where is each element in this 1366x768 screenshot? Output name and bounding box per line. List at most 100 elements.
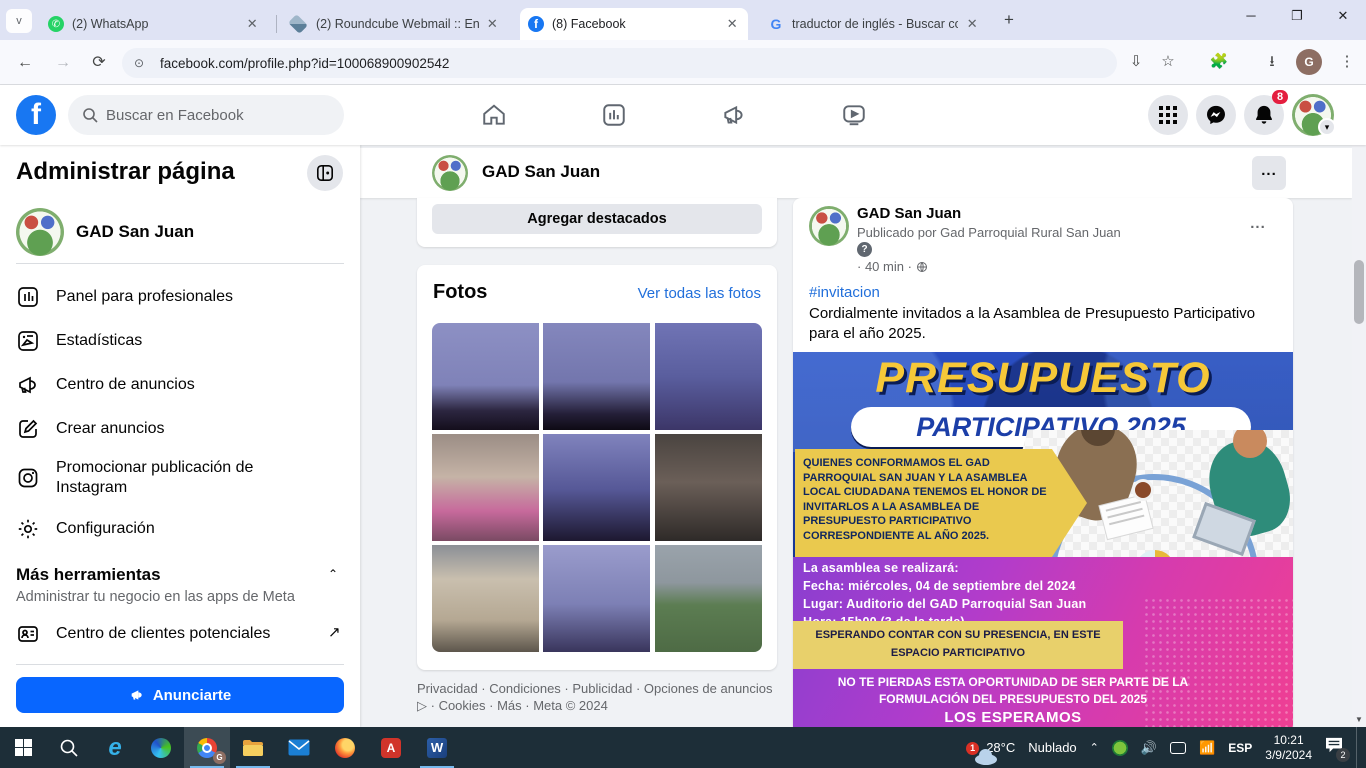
advertise-label: Anunciarte bbox=[153, 687, 231, 704]
browser-profile-avatar[interactable]: G bbox=[1296, 49, 1322, 75]
photo-thumbnail[interactable] bbox=[543, 323, 650, 430]
tray-expand-icon[interactable]: ⌃ bbox=[1090, 741, 1099, 754]
bookmark-star-icon[interactable]: ☆ bbox=[1157, 51, 1179, 73]
question-badge-icon[interactable]: ? bbox=[857, 242, 872, 257]
tab-search-button[interactable]: v bbox=[6, 9, 32, 33]
sidebar-item-label: Promocionar publicación de Instagram bbox=[56, 458, 296, 498]
photo-thumbnail[interactable] bbox=[432, 323, 539, 430]
post-author-avatar[interactable] bbox=[809, 206, 849, 246]
taskbar-clock[interactable]: 10:21 3/9/2024 bbox=[1265, 733, 1312, 763]
taskbar-firefox[interactable] bbox=[322, 727, 368, 768]
sidebar-item-professional-dashboard[interactable]: Panel para profesionales bbox=[8, 276, 352, 318]
sidebar-item-leads-center[interactable]: Centro de clientes potenciales bbox=[8, 613, 352, 655]
home-icon bbox=[481, 102, 507, 128]
facebook-search-input[interactable]: Buscar en Facebook bbox=[68, 95, 344, 135]
address-bar[interactable]: ⊙ facebook.com/profile.php?id=1000689009… bbox=[122, 48, 1117, 78]
back-button[interactable]: ← bbox=[12, 50, 38, 76]
photo-thumbnail[interactable] bbox=[655, 434, 762, 541]
taskbar-acrobat[interactable]: A bbox=[368, 727, 414, 768]
taskbar-mail[interactable] bbox=[276, 727, 322, 768]
taskbar-chrome[interactable]: G bbox=[184, 727, 230, 768]
page-scrollbar[interactable]: ▲ ▼ bbox=[1352, 85, 1366, 727]
antivirus-icon[interactable] bbox=[1112, 740, 1128, 756]
facebook-logo[interactable]: f bbox=[16, 95, 56, 135]
reload-button[interactable]: ⟳ bbox=[86, 50, 112, 76]
photo-thumbnail[interactable] bbox=[432, 434, 539, 541]
wifi-icon[interactable]: 📶 bbox=[1199, 740, 1215, 756]
photo-thumbnail[interactable] bbox=[432, 545, 539, 652]
site-info-icon[interactable]: ⊙ bbox=[134, 55, 150, 71]
window-minimize-button[interactable]: ─ bbox=[1228, 0, 1274, 34]
post-more-button[interactable]: ... bbox=[1242, 210, 1274, 242]
language-indicator[interactable]: ESP bbox=[1228, 741, 1252, 755]
instagram-icon bbox=[16, 466, 40, 490]
sidebar-item-boost-instagram[interactable]: Promocionar publicación de Instagram bbox=[8, 450, 352, 506]
apps-menu-button[interactable] bbox=[1148, 95, 1188, 135]
page-more-button[interactable]: ... bbox=[1252, 156, 1286, 190]
notification-badge: 8 bbox=[1272, 90, 1288, 104]
collapse-sidebar-button[interactable] bbox=[307, 155, 343, 191]
scroll-down-arrow[interactable]: ▼ bbox=[1352, 713, 1366, 727]
photo-thumbnail[interactable] bbox=[655, 545, 762, 652]
chevron-down-icon[interactable]: ▾ bbox=[1318, 118, 1336, 136]
downloads-icon[interactable]: ⭳ bbox=[1261, 51, 1283, 73]
tab-close-icon[interactable]: ✕ bbox=[724, 16, 740, 32]
sidebar-item-label: Panel para profesionales bbox=[56, 287, 233, 307]
new-tab-button[interactable]: + bbox=[996, 11, 1022, 30]
tab-facebook[interactable]: f (8) Facebook ✕ bbox=[520, 8, 748, 40]
sidebar-item-create-ads[interactable]: Crear anuncios bbox=[8, 408, 352, 450]
sidebar-page-row[interactable]: GAD San Juan bbox=[16, 200, 344, 264]
taskbar-edge[interactable] bbox=[138, 727, 184, 768]
browser-menu-icon[interactable]: ⋮ bbox=[1336, 51, 1358, 73]
nav-insights[interactable] bbox=[558, 98, 670, 132]
messenger-button[interactable] bbox=[1196, 95, 1236, 135]
coffee-cup bbox=[1135, 482, 1151, 498]
nav-home[interactable] bbox=[438, 98, 550, 132]
cast-device-icon[interactable] bbox=[1170, 742, 1186, 754]
nav-ads[interactable] bbox=[678, 98, 790, 132]
advertise-button[interactable]: Anunciarte bbox=[16, 677, 344, 713]
post-timestamp[interactable]: · 40 min · bbox=[857, 259, 928, 274]
tab-google-search[interactable]: G traductor de inglés - Buscar con ✕ bbox=[760, 8, 988, 40]
start-button[interactable] bbox=[0, 727, 46, 768]
chrome-profile-badge: G bbox=[213, 751, 226, 764]
footer-links-line1[interactable]: Privacidad · Condiciones · Publicidad · … bbox=[417, 681, 773, 696]
window-close-button[interactable]: ✕ bbox=[1320, 0, 1366, 34]
show-desktop-button[interactable] bbox=[1356, 727, 1360, 768]
photo-thumbnail[interactable] bbox=[543, 545, 650, 652]
volume-icon[interactable]: 🔊 bbox=[1141, 740, 1157, 756]
page-title-avatar[interactable] bbox=[432, 155, 468, 191]
tab-close-icon[interactable]: ✕ bbox=[964, 16, 980, 32]
tab-whatsapp[interactable]: ✆ (2) WhatsApp ✕ bbox=[40, 8, 268, 40]
taskbar-search-button[interactable] bbox=[46, 727, 92, 768]
tab-close-icon[interactable]: ✕ bbox=[485, 16, 500, 32]
add-featured-button[interactable]: Agregar destacados bbox=[432, 204, 762, 234]
scrollbar-thumb[interactable] bbox=[1354, 260, 1364, 324]
collapse-section-icon[interactable]: ⌃ bbox=[328, 567, 338, 581]
sidebar-item-insights[interactable]: Estadísticas bbox=[8, 320, 352, 362]
sidebar-item-settings[interactable]: Configuración bbox=[8, 508, 352, 550]
nav-video[interactable] bbox=[798, 98, 910, 132]
see-all-photos-link[interactable]: Ver todas las fotos bbox=[638, 285, 761, 302]
weather-condition-label[interactable]: Nublado bbox=[1028, 740, 1076, 755]
install-app-icon[interactable]: ⇩ bbox=[1125, 51, 1147, 73]
post-flyer-image[interactable]: PRESUPUESTO PARTICIPATIVO 2025 bbox=[793, 352, 1293, 727]
taskbar-file-explorer[interactable] bbox=[230, 727, 276, 768]
sidebar-item-label: Crear anuncios bbox=[56, 419, 165, 439]
flyer-detail-line: Lugar: Auditorio del GAD Parroquial San … bbox=[803, 597, 1086, 611]
photo-thumbnail[interactable] bbox=[543, 434, 650, 541]
tab-roundcube[interactable]: (2) Roundcube Webmail :: Entra ✕ bbox=[280, 8, 508, 40]
taskbar-word[interactable]: W bbox=[414, 727, 460, 768]
divider bbox=[16, 263, 344, 264]
photo-thumbnail[interactable] bbox=[655, 323, 762, 430]
extensions-puzzle-icon[interactable]: 🧩 bbox=[1208, 51, 1230, 73]
post-author-name[interactable]: GAD San Juan bbox=[857, 205, 961, 222]
tab-close-icon[interactable]: ✕ bbox=[244, 16, 260, 32]
forward-button[interactable]: → bbox=[50, 50, 76, 76]
sidebar-item-ad-center[interactable]: Centro de anuncios bbox=[8, 364, 352, 406]
window-maximize-button[interactable]: ❐ bbox=[1274, 0, 1320, 34]
footer-links-line2[interactable]: · Cookies · Más · Meta © 2024 bbox=[431, 698, 608, 713]
action-center-button[interactable]: 2 bbox=[1325, 737, 1343, 758]
post-hashtag-link[interactable]: #invitacion bbox=[809, 284, 880, 301]
taskbar-internet-explorer[interactable]: e bbox=[92, 727, 138, 768]
